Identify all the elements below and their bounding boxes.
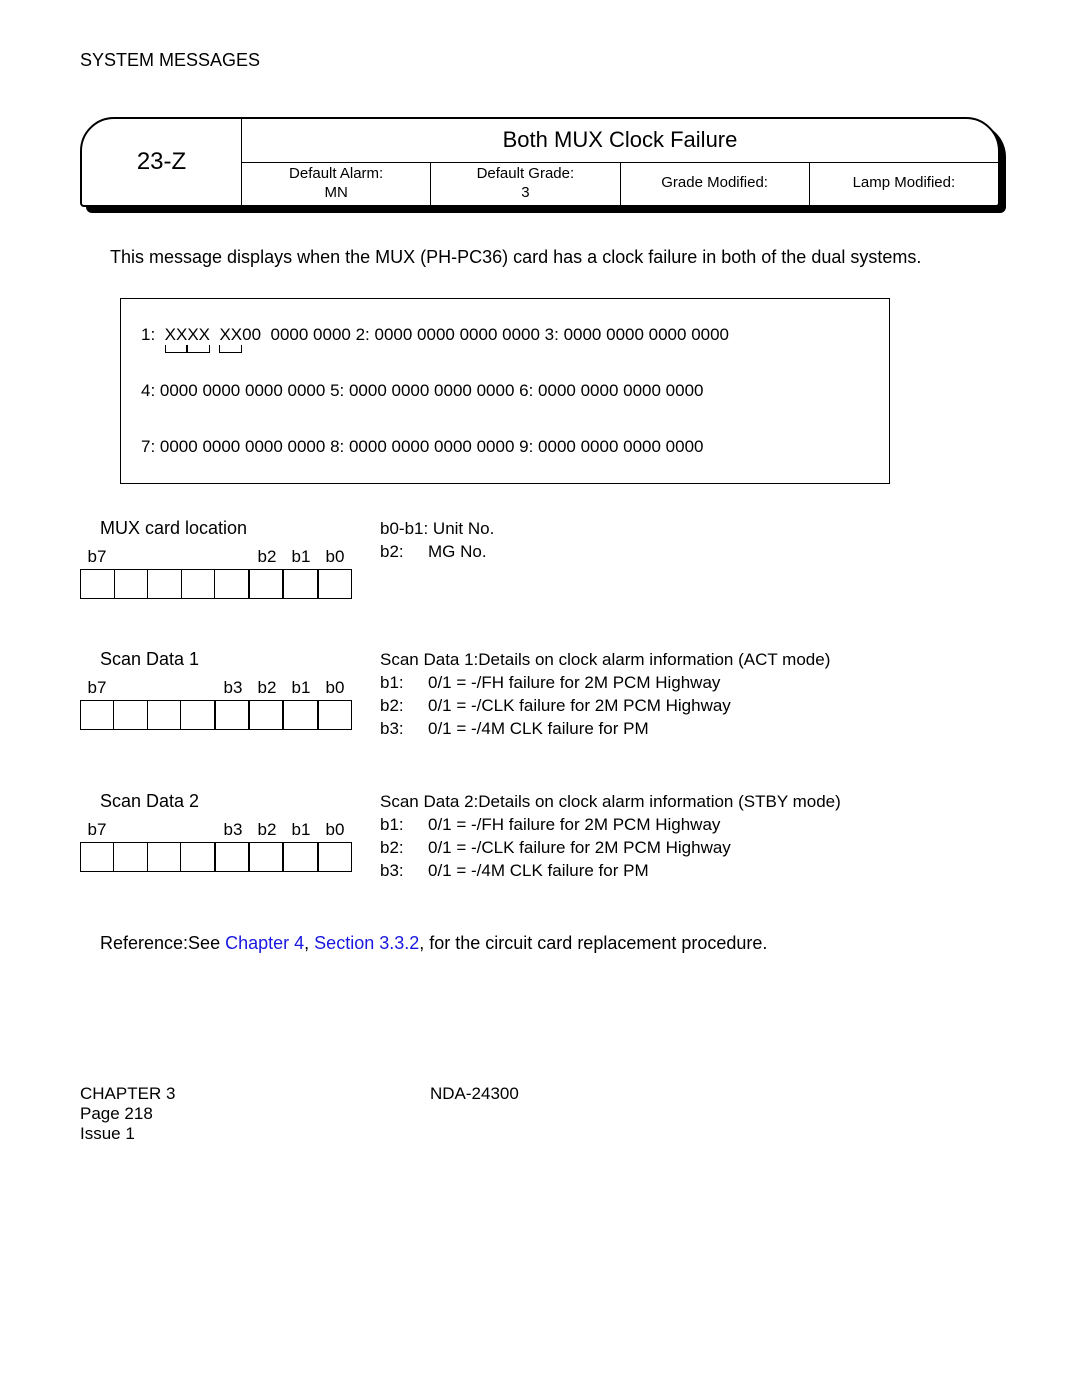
data-line-2: 4: 0000 0000 0000 0000 5: 0000 0000 0000… (141, 381, 869, 401)
text: 0000 0000 2: 0000 0000 0000 0000 3: 0000… (271, 325, 730, 344)
key: b1: (380, 814, 428, 837)
val: 0/1 = -/FH failure for 2M PCM Highway (428, 672, 720, 695)
text: 00 (242, 325, 261, 344)
val: 0/1 = -/4M CLK failure for PM (428, 718, 649, 741)
text: XXXX (165, 325, 210, 344)
data-line-3: 7: 0000 0000 0000 0000 8: 0000 0000 0000… (141, 437, 869, 457)
sd2-title: Scan Data 2 (100, 791, 380, 812)
key: b2: (380, 837, 428, 860)
footer-issue: Issue 1 (80, 1124, 430, 1144)
footer-chapter: CHAPTER 3 (80, 1084, 430, 1104)
data-dump-box: 1: XXXX XX00 0000 0000 2: 0000 0000 0000… (120, 298, 890, 484)
value: 3 (521, 184, 529, 203)
footer-doc: NDA-24300 (430, 1084, 1000, 1104)
group-xxxx: XXXX (165, 325, 210, 345)
data-line-1: 1: XXXX XX00 0000 0000 2: 0000 0000 0000… (141, 325, 869, 345)
message-code: 23-Z (82, 119, 242, 205)
lamp-modified: Lamp Modified: (810, 163, 998, 206)
val: 0/1 = -/CLK failure for 2M PCM Highway (428, 695, 731, 718)
reference-link-chapter[interactable]: Chapter 4 (225, 933, 304, 953)
key: b2: (380, 541, 428, 564)
reference-link-section[interactable]: Section 3.3.2 (314, 933, 419, 953)
key: b2: (380, 695, 428, 718)
grade-modified: Grade Modified: (621, 163, 810, 206)
bit-b0: b0 (318, 820, 352, 840)
bit-b3: b3 (216, 820, 250, 840)
default-grade: Default Grade: 3 (431, 163, 620, 206)
bit-labels: b7 b3 b2 b1 b0 (80, 678, 380, 698)
message-box: 23-Z Both MUX Clock Failure Default Alar… (80, 117, 1000, 207)
prefix: 1: (141, 325, 155, 344)
mux-def-2: b2: MG No. (380, 541, 1000, 564)
sd1-line-3: b3:0/1 = -/4M CLK failure for PM (380, 718, 1000, 741)
sd2-line-2: b2:0/1 = -/CLK failure for 2M PCM Highwa… (380, 837, 1000, 860)
sd1-line-1: b1:0/1 = -/FH failure for 2M PCM Highway (380, 672, 1000, 695)
val: 0/1 = -/CLK failure for 2M PCM Highway (428, 837, 731, 860)
bit-labels: b7 b2 b1 b0 (80, 547, 380, 567)
bit-labels: b7 b3 b2 b1 b0 (80, 820, 380, 840)
scan-data-1-section: Scan Data 1 b7 b3 b2 b1 b0 Scan Data 1:D… (80, 649, 1000, 741)
key: b1: (380, 672, 428, 695)
mux-def-1: b0-b1: Unit No. (380, 518, 1000, 541)
bit-b2: b2 (250, 547, 284, 567)
label: Lamp Modified: (853, 174, 956, 193)
key: b3: (380, 718, 428, 741)
label: Default Grade: (477, 165, 575, 184)
bit-b1: b1 (284, 820, 318, 840)
mux-title: MUX card location (100, 518, 380, 539)
bit-b2: b2 (250, 678, 284, 698)
value: MN (324, 184, 347, 203)
sd1-heading: Scan Data 1:Details on clock alarm infor… (380, 649, 1000, 672)
group-xx: XX (219, 325, 242, 345)
key: b3: (380, 860, 428, 883)
reference-line: Reference:See Chapter 4, Section 3.3.2, … (100, 933, 1000, 954)
text: for the circuit card replacement procedu… (429, 933, 767, 953)
val: MG No. (428, 541, 487, 564)
label: Grade Modified: (661, 174, 768, 193)
default-alarm: Default Alarm: MN (242, 163, 431, 206)
bit-b1: b1 (284, 678, 318, 698)
mux-section: MUX card location b7 b2 b1 b0 b0-b1: Uni… (80, 518, 1000, 599)
label: Default Alarm: (289, 165, 383, 184)
bit-table (80, 569, 352, 599)
text: XX (219, 325, 242, 344)
bit-b1: b1 (284, 547, 318, 567)
bit-b7: b7 (80, 547, 114, 567)
val: 0/1 = -/FH failure for 2M PCM Highway (428, 814, 720, 837)
bit-b2: b2 (250, 820, 284, 840)
bit-b3: b3 (216, 678, 250, 698)
sd1-title: Scan Data 1 (100, 649, 380, 670)
footer-page: Page 218 (80, 1104, 430, 1124)
bit-b0: b0 (318, 678, 352, 698)
page-footer: CHAPTER 3 Page 218 Issue 1 NDA-24300 (80, 1084, 1000, 1144)
page-header: SYSTEM MESSAGES (80, 50, 1000, 71)
val: 0/1 = -/4M CLK failure for PM (428, 860, 649, 883)
message-description: This message displays when the MUX (PH-P… (110, 247, 1000, 268)
sd2-heading: Scan Data 2:Details on clock alarm infor… (380, 791, 1000, 814)
text: Reference:See (100, 933, 220, 953)
bit-table (80, 700, 352, 730)
scan-data-2-section: Scan Data 2 b7 b3 b2 b1 b0 Scan Data 2:D… (80, 791, 1000, 883)
sd2-line-1: b1:0/1 = -/FH failure for 2M PCM Highway (380, 814, 1000, 837)
bit-b0: b0 (318, 547, 352, 567)
sd1-line-2: b2:0/1 = -/CLK failure for 2M PCM Highwa… (380, 695, 1000, 718)
sd2-line-3: b3:0/1 = -/4M CLK failure for PM (380, 860, 1000, 883)
bit-b7: b7 (80, 678, 114, 698)
bit-table (80, 842, 352, 872)
bit-b7: b7 (80, 820, 114, 840)
message-title: Both MUX Clock Failure (242, 119, 998, 163)
